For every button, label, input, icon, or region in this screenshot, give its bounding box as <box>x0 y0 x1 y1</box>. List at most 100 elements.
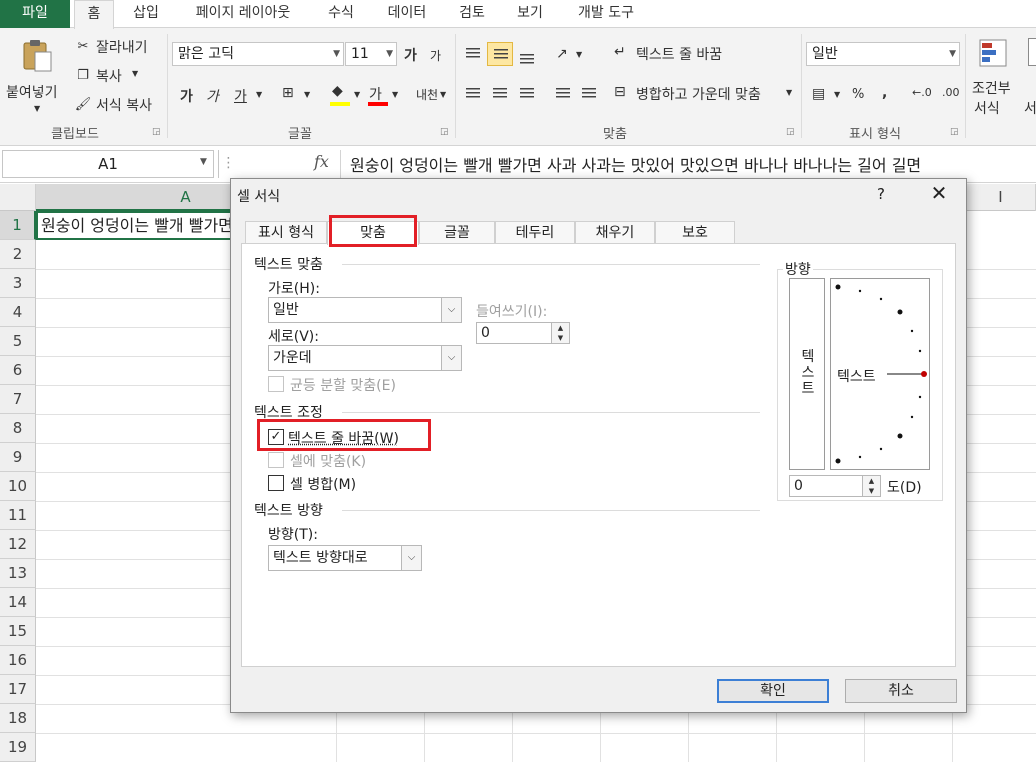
paste-button[interactable]: 붙여넣기 ▼ <box>4 34 68 118</box>
spin-down-icon[interactable]: ▼ <box>551 333 569 343</box>
phonetic-button[interactable]: 내천 <box>416 86 438 103</box>
grow-font-button[interactable]: 가 <box>404 45 417 65</box>
increase-indent-button[interactable] <box>576 82 602 106</box>
row-header[interactable]: 6 <box>0 356 36 385</box>
cell-a1[interactable]: 원숭이 엉덩이는 빨개 빨가면 <box>36 211 236 240</box>
row-header[interactable]: 15 <box>0 617 36 646</box>
tab-home[interactable]: 홈 <box>74 0 114 29</box>
row-header[interactable]: 14 <box>0 588 36 617</box>
bold-button[interactable]: 가 <box>180 86 193 106</box>
row-header[interactable]: 11 <box>0 501 36 530</box>
wrap-text-button[interactable]: ↵ 텍스트 줄 바꿈 <box>612 42 744 66</box>
shrink-to-fit-checkbox[interactable] <box>268 452 284 468</box>
row-header[interactable]: 17 <box>0 675 36 704</box>
align-left-button[interactable] <box>460 82 486 106</box>
align-bottom-button[interactable] <box>514 44 540 68</box>
chevron-down-icon[interactable]: ▼ <box>304 90 310 99</box>
row-header[interactable]: 4 <box>0 298 36 327</box>
chevron-down-icon[interactable]: ▼ <box>834 90 840 99</box>
row-header[interactable]: 1 <box>0 211 36 240</box>
chevron-down-icon[interactable]: ▼ <box>354 90 360 99</box>
insert-function-icon[interactable]: fx <box>314 152 329 171</box>
ok-button[interactable]: 확인 <box>717 679 829 703</box>
font-size-combo[interactable]: 11 ▼ <box>345 42 397 66</box>
row-header[interactable]: 16 <box>0 646 36 675</box>
row-header[interactable]: 18 <box>0 704 36 733</box>
tab-font[interactable]: 글꼴 <box>419 221 495 245</box>
tab-insert[interactable]: 삽입 <box>124 0 168 28</box>
format-as-table-icon[interactable] <box>1028 38 1036 66</box>
direction-select[interactable]: 텍스트 방향대로 ⌵ <box>268 545 422 571</box>
row-header[interactable]: 3 <box>0 269 36 298</box>
tab-review[interactable]: 검토 <box>448 0 496 28</box>
row-header[interactable]: 13 <box>0 559 36 588</box>
close-icon[interactable]: ✕ <box>927 181 951 205</box>
row-header[interactable]: 19 <box>0 733 36 762</box>
italic-button[interactable]: 가 <box>206 86 219 106</box>
vertical-select[interactable]: 가운데 ⌵ <box>268 345 462 371</box>
font-name-combo[interactable]: 맑은 고딕 ▼ <box>172 42 344 66</box>
row-header[interactable]: 10 <box>0 472 36 501</box>
align-top-button[interactable] <box>460 42 486 66</box>
formula-input[interactable]: 원숭이 엉덩이는 빨개 빨가면 사과 사과는 맛있어 맛있으면 바나나 바나나는… <box>350 152 921 176</box>
spin-up-icon[interactable]: ▲ <box>551 323 569 333</box>
underline-button[interactable]: 가 <box>234 86 247 106</box>
align-right-button[interactable] <box>514 82 540 106</box>
decrease-decimal-icon[interactable]: .00 <box>942 86 960 99</box>
align-middle-button[interactable] <box>487 42 513 66</box>
shrink-font-button[interactable]: 가 <box>430 47 441 64</box>
dialog-launcher-icon[interactable]: ◲ <box>440 127 449 137</box>
format-as-table-label[interactable]: 서 <box>1024 98 1036 118</box>
tab-data[interactable]: 데이터 <box>378 0 436 28</box>
vertical-text-button[interactable]: 텍스트 <box>789 278 825 470</box>
merge-cells-checkbox[interactable] <box>268 475 284 491</box>
help-icon[interactable]: ? <box>877 185 885 203</box>
spin-down-icon[interactable]: ▼ <box>862 486 880 496</box>
border-icon[interactable]: ⊞ <box>282 85 294 101</box>
orientation-icon[interactable]: ↗ <box>556 46 568 62</box>
comma-button[interactable]: , <box>882 85 887 101</box>
tab-view[interactable]: 보기 <box>506 0 554 28</box>
align-center-button[interactable] <box>487 82 513 106</box>
row-header[interactable]: 9 <box>0 443 36 472</box>
chevron-down-icon[interactable]: ▼ <box>440 90 446 99</box>
tab-border[interactable]: 테두리 <box>495 221 575 245</box>
tab-number[interactable]: 표시 형식 <box>245 221 327 245</box>
percent-button[interactable]: % <box>852 87 864 102</box>
indent-spinner[interactable]: 0 ▲ ▼ <box>476 322 570 344</box>
row-header[interactable]: 2 <box>0 240 36 269</box>
name-box[interactable]: A1 <box>2 150 214 178</box>
tab-file[interactable]: 파일 <box>0 0 70 28</box>
font-color-button[interactable]: 가 <box>366 83 390 109</box>
row-header[interactable]: 8 <box>0 414 36 443</box>
tab-formulas[interactable]: 수식 <box>316 0 366 28</box>
tab-developer[interactable]: 개발 도구 <box>566 0 646 28</box>
decrease-indent-button[interactable] <box>550 82 576 106</box>
dialog-launcher-icon[interactable]: ◲ <box>152 127 161 137</box>
row-header[interactable]: 5 <box>0 327 36 356</box>
column-header-i[interactable]: I <box>966 184 1036 211</box>
accounting-format-icon[interactable]: ▤ <box>812 86 825 102</box>
chevron-down-icon[interactable]: ▼ <box>392 90 398 99</box>
fill-color-button[interactable]: ◆ <box>328 83 352 109</box>
cancel-button[interactable]: 취소 <box>845 679 957 703</box>
copy-button[interactable]: ❐ 복사 ▼ <box>74 65 164 87</box>
tab-fill[interactable]: 채우기 <box>575 221 655 245</box>
degrees-spinner[interactable]: 0 ▲ ▼ <box>789 475 881 497</box>
row-header[interactable]: 12 <box>0 530 36 559</box>
cut-button[interactable]: ✂ 잘라내기 <box>74 36 164 58</box>
dialog-launcher-icon[interactable]: ◲ <box>950 127 959 137</box>
tab-protection[interactable]: 보호 <box>655 221 735 245</box>
chevron-down-icon[interactable]: ▼ <box>200 157 207 167</box>
chevron-down-icon[interactable]: ▼ <box>576 50 582 59</box>
horizontal-select[interactable]: 일반 ⌵ <box>268 297 462 323</box>
dialog-launcher-icon[interactable]: ◲ <box>786 127 795 137</box>
number-format-combo[interactable]: 일반 ▼ <box>806 42 960 66</box>
conditional-formatting-button[interactable]: 조건부 서식 <box>968 34 1024 118</box>
formula-bar-grip[interactable]: ⋮ <box>218 150 238 178</box>
select-all-corner[interactable] <box>0 184 36 211</box>
format-painter-button[interactable]: 🖌 서식 복사 <box>74 94 166 116</box>
spin-up-icon[interactable]: ▲ <box>862 476 880 486</box>
increase-decimal-icon[interactable]: ←.0 <box>912 86 932 99</box>
tab-page-layout[interactable]: 페이지 레이아웃 <box>182 0 304 28</box>
